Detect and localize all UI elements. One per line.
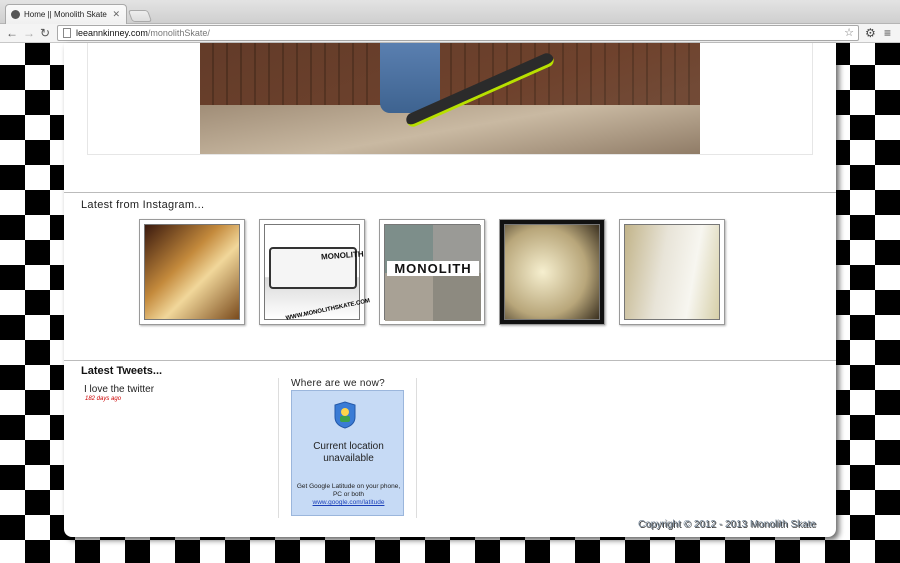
tweet-text: I love the twitter [84,384,155,395]
instagram-thumb-van-inside[interactable] [619,219,725,325]
instagram-thumb-truck[interactable]: MONOLITH WWW.MONOLITHSKATE.COM [259,219,371,325]
reload-icon[interactable]: ↻ [40,25,50,41]
settings-wrench-icon[interactable]: ⚙ [865,25,876,41]
column-divider [416,378,417,518]
browser-toolbar: ← → ↻ leeannkinney.com/monolithSkate/ ☆ … [0,24,900,43]
truck-photo: MONOLITH WWW.MONOLITHSKATE.COM [264,224,371,322]
instagram-title: Latest from Instagram... [81,199,205,211]
collage-logo-text: MONOLITH [387,261,479,276]
bookmark-star-icon[interactable]: ☆ [844,26,854,40]
truck-logo-text: MONOLITH [320,249,364,262]
new-tab-button[interactable] [127,10,153,22]
van-photo [504,224,600,320]
van-inside-photo [624,224,720,320]
column-divider [278,378,279,518]
instagram-thumb-van[interactable] [499,219,605,325]
tab-title: Home || Monolith Skate [24,10,107,19]
close-tab-icon[interactable]: ✕ [112,9,120,20]
forward-icon[interactable]: → [23,25,35,41]
browser-tab[interactable]: Home || Monolith Skate ✕ [5,4,127,24]
copyright: Copyright © 2012 - 2013 Monolith Skate [637,519,816,530]
location-title: Where are we now? [291,378,386,389]
page-container: Latest from Instagram... MONOLITH WWW.MO… [64,43,836,537]
url-domain: leeannkinney.com [76,28,148,38]
instagram-thumb-boxes[interactable] [139,219,245,325]
truck-url-text: WWW.MONOLITHSKATE.COM [285,298,371,322]
hero-frame [87,43,813,155]
instagram-thumb-collage[interactable]: MONOLITH [379,219,485,325]
latitude-widget: Current location unavailable Get Google … [291,390,404,516]
hero-image [200,43,700,154]
tweets-title: Latest Tweets... [81,365,163,377]
page-icon [63,28,71,38]
divider [64,360,836,361]
latitude-link[interactable]: www.google.com/latitude [313,499,385,506]
latitude-icon [334,401,356,429]
collage-photo: MONOLITH [384,224,481,321]
divider [64,192,836,193]
boxes-photo [144,224,240,320]
address-bar[interactable]: leeannkinney.com/monolithSkate/ ☆ [57,25,859,41]
browser-tab-bar: Home || Monolith Skate ✕ [0,0,900,24]
instagram-gallery: MONOLITH WWW.MONOLITHSKATE.COM MONOLITH [139,219,739,325]
favicon-icon [11,10,20,19]
location-status: Current location unavailable [313,441,384,464]
url-path: /monolithSkate/ [147,28,210,38]
latitude-promo-text: Get Google Latitude on your phone, PC or… [296,483,401,498]
menu-icon[interactable]: ≡ [884,25,891,41]
back-icon[interactable]: ← [6,25,18,41]
tweet-time[interactable]: 182 days ago [85,396,121,402]
latitude-promo: Get Google Latitude on your phone, PC or… [292,483,405,507]
